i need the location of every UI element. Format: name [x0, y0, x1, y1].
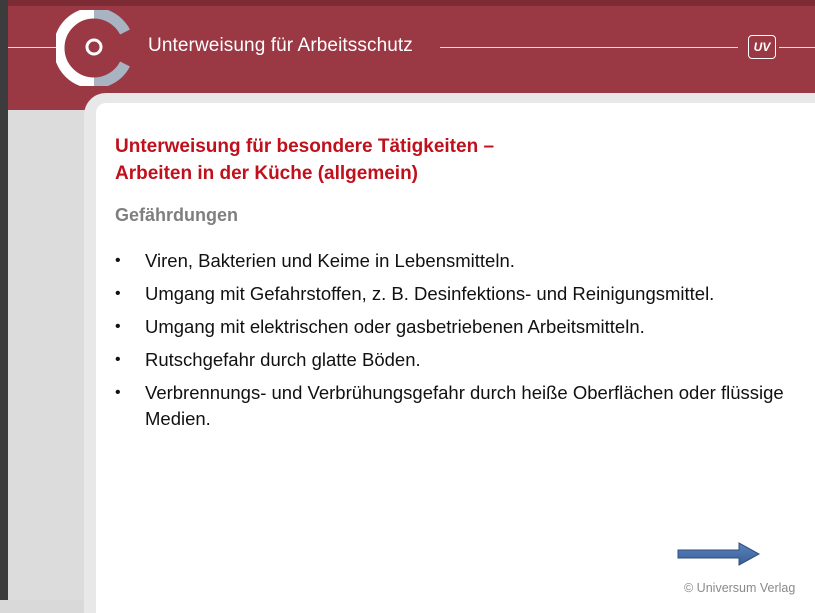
bullet-icon: •: [115, 285, 121, 302]
list-item-text: Verbrennungs- und Verbrühungsgefahr durc…: [145, 382, 784, 429]
list-item-text: Rutschgefahr durch glatte Böden.: [145, 349, 421, 370]
uv-badge: UV: [748, 35, 776, 59]
header-rule-left: [8, 47, 60, 48]
slide-title: Unterweisung für besondere Tätigkeiten –…: [115, 133, 805, 187]
hazard-list: • Viren, Bakterien und Keime in Lebensmit…: [115, 248, 805, 439]
slide-title-line-1: Unterweisung für besondere Tätigkeiten –: [115, 136, 495, 157]
list-item-text: Umgang mit elektrischen oder gasbetriebe…: [145, 316, 645, 337]
page-edge: [0, 0, 8, 600]
copyright-notice: © Universum Verlag: [684, 581, 796, 595]
list-item: • Rutschgefahr durch glatte Böden.: [115, 347, 805, 373]
list-item: • Viren, Bakterien und Keime in Lebensmit…: [115, 248, 805, 274]
list-item: • Verbrennungs- und Verbrühungsgefahr dur…: [115, 380, 805, 432]
list-item-text: Viren, Bakterien und Keime in Lebensmitt…: [145, 250, 515, 271]
left-background-band: [8, 110, 88, 600]
bullet-icon: •: [115, 318, 121, 335]
bullet-icon: •: [115, 351, 121, 368]
header-title: Unterweisung für Arbeitsschutz: [148, 35, 413, 56]
list-item: • Umgang mit Gefahrstoffen, z. B. Desinfe…: [115, 281, 805, 307]
list-item: • Umgang mit elektrischen oder gasbetrieb…: [115, 314, 805, 340]
ring-logo-icon: [56, 10, 130, 86]
header-rule-right: [779, 47, 815, 48]
arrow-right-icon[interactable]: [677, 541, 761, 567]
header-rule-middle: [440, 47, 738, 48]
slide-title-line-2: Arbeiten in der Küche (allgemein): [115, 163, 418, 184]
list-item-text: Umgang mit Gefahrstoffen, z. B. Desinfek…: [145, 283, 715, 304]
bullet-icon: •: [115, 384, 121, 401]
header-top-strip: [8, 0, 815, 6]
section-heading: Gefährdungen: [115, 205, 239, 225]
bullet-icon: •: [115, 252, 121, 269]
